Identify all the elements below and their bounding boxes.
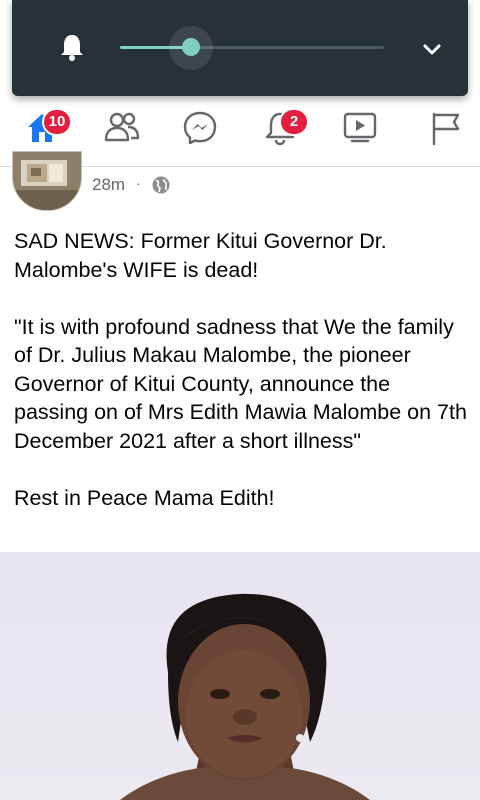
avatar[interactable] [12,151,82,211]
post-timestamp[interactable]: 28m [92,175,125,195]
post-photo[interactable] [0,552,480,800]
volume-slider[interactable] [120,26,384,70]
globe-icon [152,176,170,194]
avatar-image [13,152,81,210]
nav-messenger[interactable] [178,110,222,150]
flag-icon [432,112,460,146]
home-badge: 10 [42,108,72,136]
nav-pages[interactable] [424,110,468,150]
chevron-down-icon[interactable] [418,36,446,64]
notifications-badge: 2 [279,108,309,136]
messenger-icon [183,111,217,145]
nav-home[interactable]: 10 [20,108,72,150]
post-text: SAD NEWS: Former Kitui Governor Dr. Malo… [14,229,467,510]
nav-watch[interactable] [338,110,382,150]
nav-notifications[interactable]: 2 [259,108,309,150]
video-icon [343,112,377,143]
nav-friends[interactable] [99,110,143,150]
friends-icon [104,112,140,142]
separator-dot: · [136,175,141,191]
volume-slider-thumb[interactable] [182,38,200,56]
post-header: 28m · [0,151,480,213]
portrait-image [120,593,370,800]
volume-panel [12,0,468,96]
bell-icon[interactable] [58,32,86,62]
